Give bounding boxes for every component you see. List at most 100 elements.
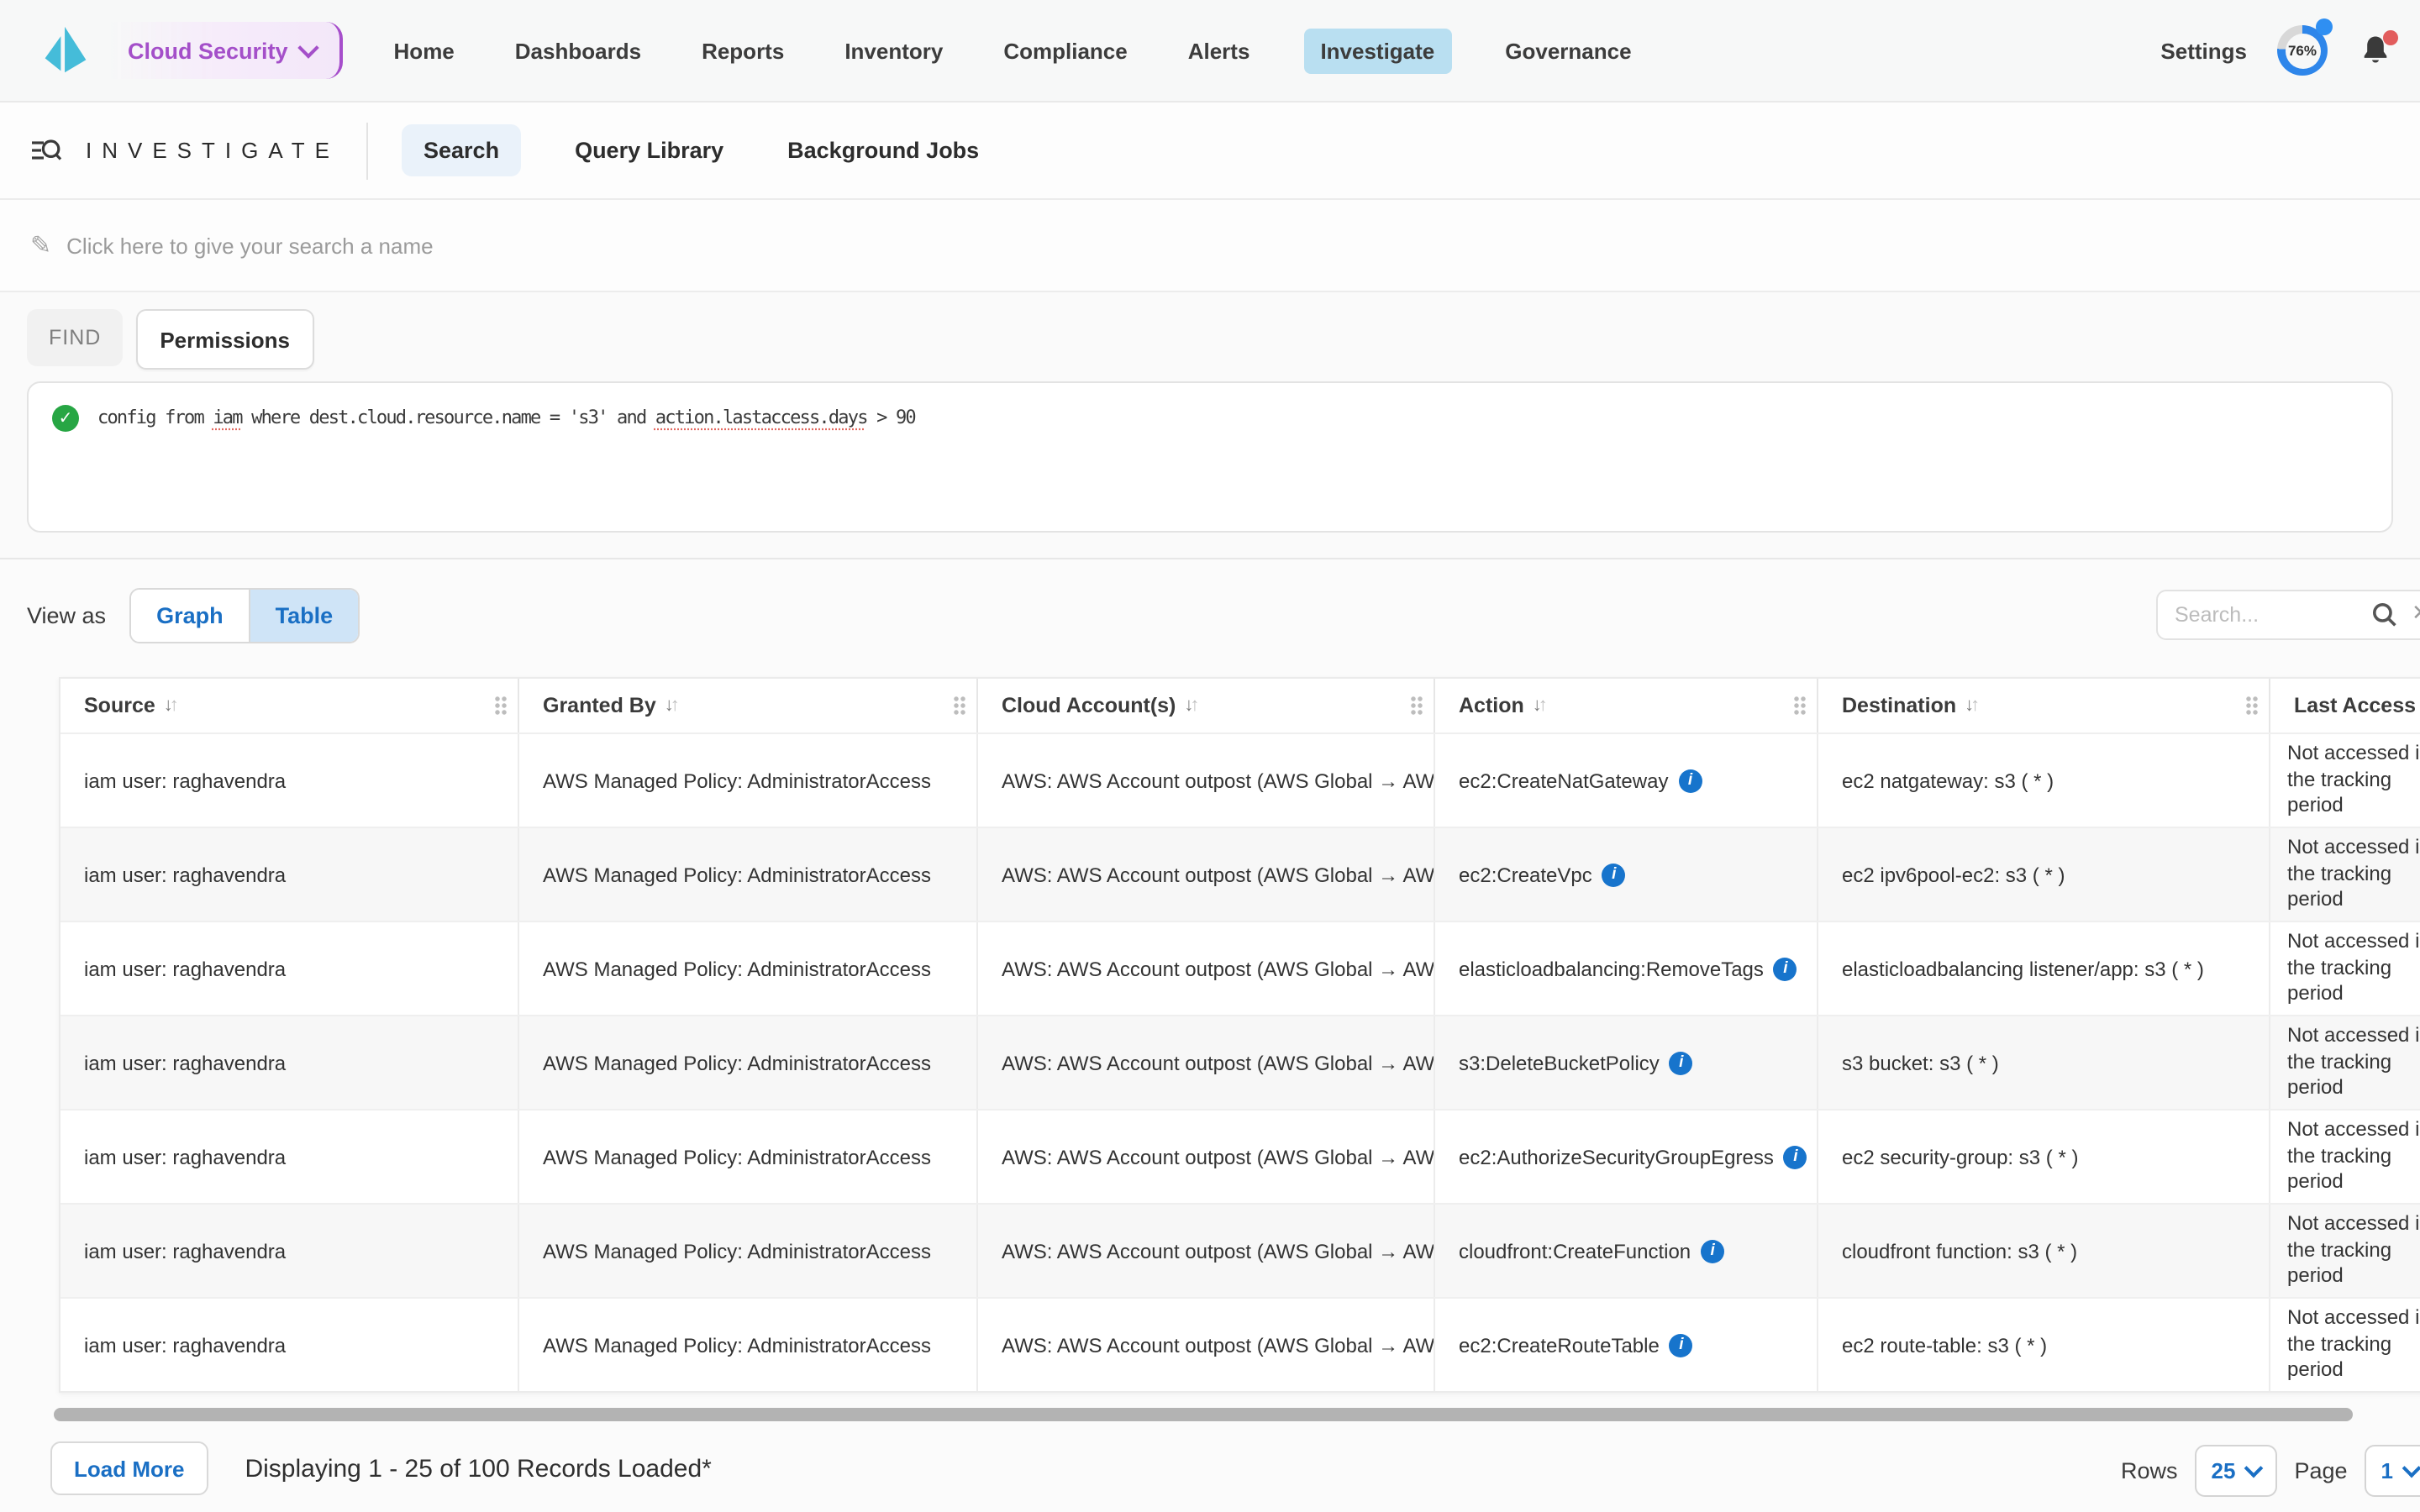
cell-text: AWS: AWS Account outpost (AWS Global → A… <box>1002 1333 1434 1357</box>
column-header-destination: Destination↓↑ <box>1817 679 2269 732</box>
notifications-button[interactable] <box>2358 33 2393 68</box>
query-editor[interactable]: ✓ config from iam where dest.cloud.resou… <box>27 381 2393 533</box>
drag-handle-icon[interactable] <box>2245 696 2259 716</box>
table-row[interactable]: iam user: raghavendra AWS Managed Policy:… <box>60 732 2420 827</box>
cell-text: ec2 route-table: s3 ( * ) <box>1842 1333 2047 1357</box>
sort-icon[interactable]: ↓↑ <box>1533 696 1544 716</box>
cell-cloud_accounts: AWS: AWS Account outpost (AWS Global → A… <box>976 1299 1434 1391</box>
topnav-item-alerts[interactable]: Alerts <box>1181 28 1257 73</box>
table-row[interactable]: iam user: raghavendra AWS Managed Policy:… <box>60 1297 2420 1391</box>
query-valid-icon: ✓ <box>52 405 79 432</box>
progress-ring[interactable]: 76% <box>2277 25 2328 76</box>
chevron-down-icon <box>2402 1458 2420 1478</box>
drag-handle-icon[interactable] <box>1793 696 1807 716</box>
view-toggle-graph[interactable]: Graph <box>131 589 249 641</box>
subnav-tab-search[interactable]: Search <box>402 124 521 176</box>
drag-handle-icon[interactable] <box>494 696 508 716</box>
sort-icon[interactable]: ↓↑ <box>1184 696 1196 716</box>
cell-text: AWS: AWS Account outpost (AWS Global → A… <box>1002 769 1434 792</box>
cell-text: AWS Managed Policy: AdministratorAccess <box>543 1145 931 1168</box>
cell-text: AWS Managed Policy: AdministratorAccess <box>543 769 931 792</box>
last-access-text: Not accessed in the tracking period <box>2287 929 2420 1008</box>
pagination-controls: Rows 25 Page 1 of <box>2121 1445 2420 1497</box>
search-icon[interactable] <box>2371 601 2398 637</box>
column-header-last_access: Last Access↓↑ <box>2269 679 2420 732</box>
column-header-action: Action↓↑ <box>1434 679 1817 732</box>
scrollbar-thumb[interactable] <box>54 1408 2353 1421</box>
cell-text: iam user: raghavendra <box>84 769 286 792</box>
topnav-item-dashboards[interactable]: Dashboards <box>508 28 648 73</box>
cell-text: ec2:AuthorizeSecurityGroupEgress <box>1459 1145 1774 1168</box>
sort-icon[interactable]: ↓↑ <box>1965 696 1976 716</box>
drag-handle-icon[interactable] <box>953 696 966 716</box>
divider <box>366 122 368 179</box>
topnav-item-home[interactable]: Home <box>387 28 461 73</box>
cell-text: AWS Managed Policy: AdministratorAccess <box>543 1239 931 1263</box>
cell-text: ec2:CreateVpc <box>1459 863 1592 886</box>
last-access-text: Not accessed in the tracking period <box>2287 741 2420 820</box>
info-icon[interactable]: i <box>1774 957 1797 980</box>
chevron-down-icon <box>2244 1458 2264 1478</box>
horizontal-scrollbar[interactable] <box>54 1408 2370 1421</box>
cell-text: AWS Managed Policy: AdministratorAccess <box>543 1333 931 1357</box>
info-icon[interactable]: i <box>1784 1145 1807 1168</box>
results-section: View as GraphTable ✕ Source↓↑Granted By↓… <box>0 559 2420 1512</box>
view-toggle-table[interactable]: Table <box>249 589 359 641</box>
topnav-item-reports[interactable]: Reports <box>695 28 791 73</box>
cell-text: AWS: AWS Account outpost (AWS Global → A… <box>1002 863 1434 886</box>
table-row[interactable]: iam user: raghavendraAWS Managed Policy:… <box>60 1015 2420 1109</box>
table-row[interactable]: iam user: raghavendraAWS Managed Policy:… <box>60 827 2420 921</box>
load-more-button[interactable]: Load More <box>50 1441 208 1495</box>
view-as-label: View as <box>27 602 106 627</box>
find-chip: FIND <box>27 309 123 366</box>
column-label: Cloud Account(s) <box>1002 694 1176 717</box>
rows-per-page-value: 25 <box>2212 1458 2236 1483</box>
table-row[interactable]: iam user: raghavendra AWS Managed Policy:… <box>60 1203 2420 1297</box>
table-row[interactable]: iam user: raghavendraAWS Managed Policy:… <box>60 921 2420 1015</box>
cell-text: AWS: AWS Account outpost (AWS Global → A… <box>1002 1239 1434 1263</box>
sort-icon[interactable]: ↓↑ <box>665 696 676 716</box>
cell-source: iam user: raghavendra <box>60 1205 518 1297</box>
info-icon[interactable]: i <box>1701 1239 1724 1263</box>
product-switcher[interactable]: Cloud Security <box>111 22 344 79</box>
query-text: config from iam where dest.cloud.resourc… <box>97 407 915 428</box>
subnav-tab-query-library[interactable]: Query Library <box>565 124 734 176</box>
table-row[interactable]: iam user: raghavendraAWS Managed Policy:… <box>60 1109 2420 1203</box>
cell-last_access: Not accessed in the tracking period <box>2269 1205 2420 1297</box>
settings-button[interactable]: Settings <box>2160 38 2247 63</box>
cell-cloud_accounts: AWS: AWS Account outpost (AWS Global → A… <box>976 1016 1434 1109</box>
rows-per-page-select[interactable]: 25 <box>2195 1445 2278 1497</box>
topnav-item-inventory[interactable]: Inventory <box>838 28 950 73</box>
investigate-menu-icon[interactable] <box>30 136 62 165</box>
cell-action: elasticloadbalancing:RemoveTagsi <box>1434 922 1817 1015</box>
topnav-right: Settings 76% <box>2160 25 2393 76</box>
cell-destination: elasticloadbalancing listener/app: s3 ( … <box>1817 922 2269 1015</box>
info-icon[interactable]: i <box>1602 863 1626 886</box>
drag-handle-icon[interactable] <box>1410 696 1423 716</box>
cell-text: ec2:CreateRouteTable <box>1459 1333 1660 1357</box>
cell-text: iam user: raghavendra <box>84 1333 286 1357</box>
topnav-item-compliance[interactable]: Compliance <box>997 28 1134 73</box>
search-name-field[interactable]: ✎ Click here to give your search a name <box>0 200 2420 292</box>
cell-destination: cloudfront function: s3 ( * ) <box>1817 1205 2269 1297</box>
cell-text: ec2 natgateway: s3 ( * ) <box>1842 769 2054 792</box>
sort-icon[interactable]: ↓↑ <box>164 696 176 716</box>
subnav-tab-background-jobs[interactable]: Background Jobs <box>777 124 989 176</box>
cell-last_access: Not accessed in the tracking period <box>2269 1299 2420 1391</box>
brand-logo-icon[interactable] <box>40 25 91 76</box>
cell-source: iam user: raghavendra <box>60 828 518 921</box>
info-icon[interactable]: i <box>1678 769 1702 792</box>
clear-search-icon[interactable]: ✕ <box>2412 600 2420 627</box>
column-label: Source <box>84 694 155 717</box>
cell-destination: s3 bucket: s3 ( * ) <box>1817 1016 2269 1109</box>
permissions-chip[interactable]: Permissions <box>136 309 313 370</box>
topnav-item-governance[interactable]: Governance <box>1498 28 1638 73</box>
info-icon[interactable]: i <box>1670 1051 1693 1074</box>
info-icon[interactable]: i <box>1670 1333 1693 1357</box>
results-controls: View as GraphTable ✕ <box>0 581 2420 648</box>
cell-source: iam user: raghavendra <box>60 1299 518 1391</box>
page-select[interactable]: 1 <box>2365 1445 2420 1497</box>
topnav-item-investigate[interactable]: Investigate <box>1303 28 1451 73</box>
cell-destination: ec2 ipv6pool-ec2: s3 ( * ) <box>1817 828 2269 921</box>
cell-text: AWS Managed Policy: AdministratorAccess <box>543 957 931 980</box>
